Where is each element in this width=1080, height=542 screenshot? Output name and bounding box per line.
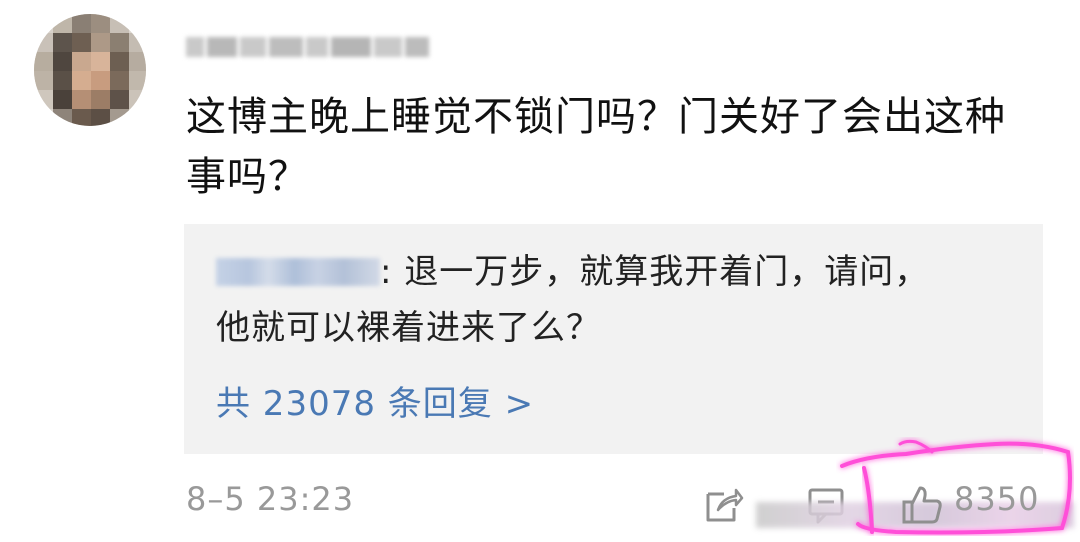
avatar[interactable] <box>34 14 146 126</box>
view-replies-link[interactable]: 共 23078 条回复 > <box>216 376 534 425</box>
comment-timestamp: 8–5 23:23 <box>186 480 355 518</box>
thumbs-up-icon[interactable] <box>900 482 944 526</box>
reply-username-redacted[interactable] <box>216 258 380 286</box>
action-bar: 8350 <box>696 476 1080 536</box>
reply-separator: : <box>380 252 393 292</box>
reply-preview[interactable]: : 退一万步，就算我开着门，请问，他就可以裸着进来了么？ 共 23078 条回复… <box>184 224 1043 454</box>
comment-text: 这博主晚上睡觉不锁门吗？门关好了会出这种事吗？ <box>186 94 1006 200</box>
comment-card: 这博主晚上睡觉不锁门吗？门关好了会出这种事吗？ : 退一万步，就算我开着门，请问… <box>0 0 1080 542</box>
like-count: 8350 <box>954 480 1040 518</box>
reply-text: : 退一万步，就算我开着门，请问，他就可以裸着进来了么？ <box>216 244 946 356</box>
username-redacted[interactable] <box>186 30 434 64</box>
share-icon[interactable] <box>700 482 744 526</box>
